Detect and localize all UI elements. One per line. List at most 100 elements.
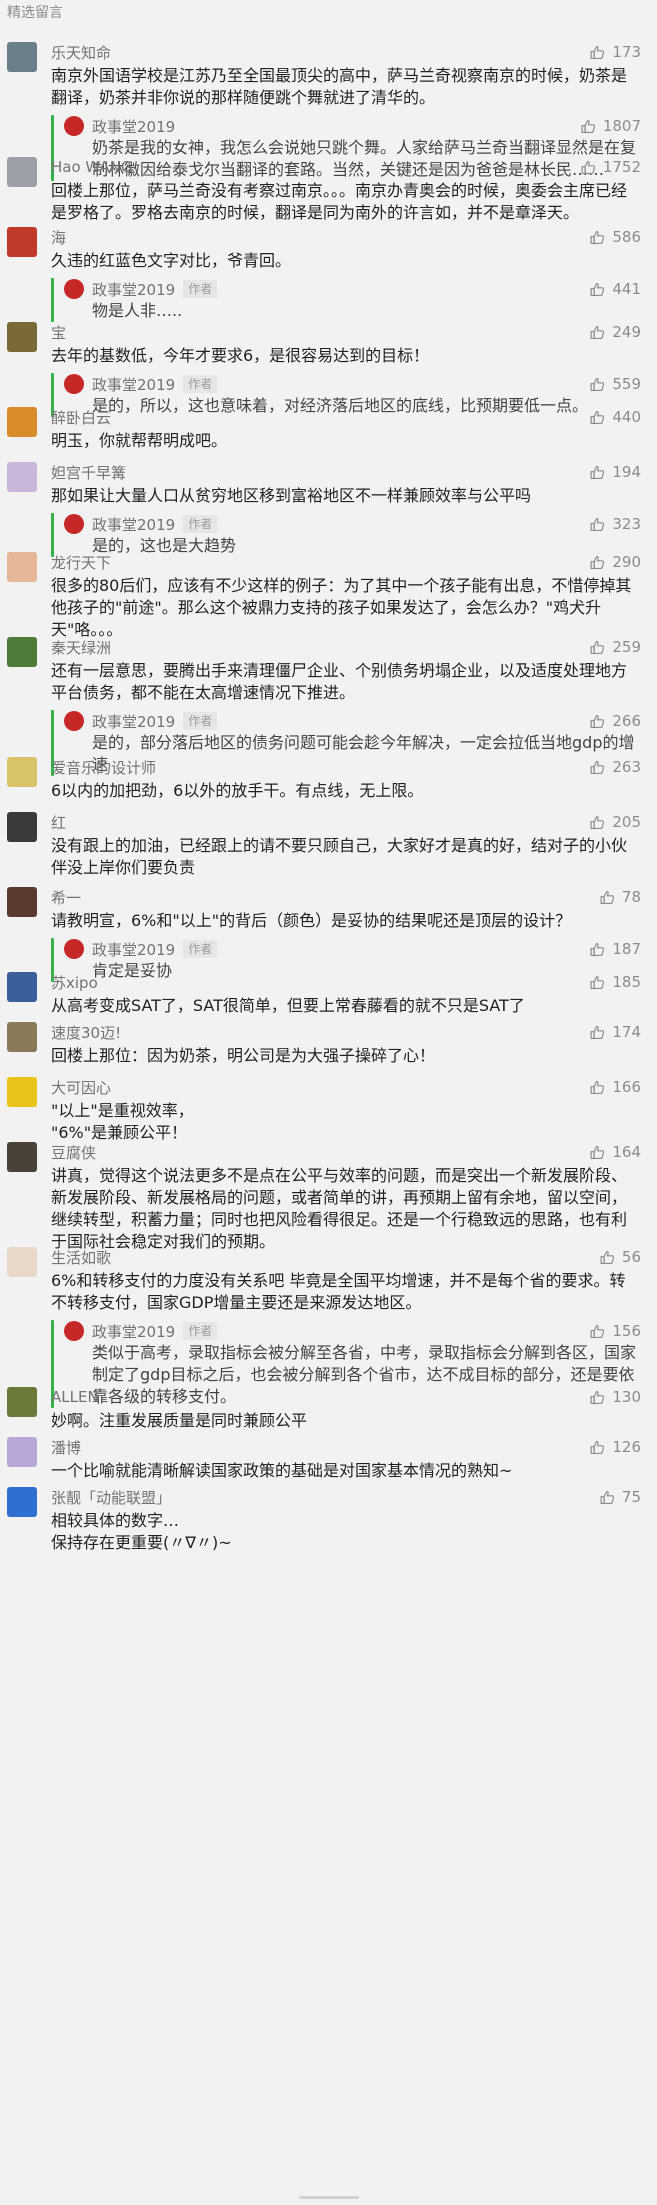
commenter-nickname[interactable]: 张靓「动能联盟」 bbox=[51, 1487, 171, 1508]
thumbs-up-icon[interactable] bbox=[589, 376, 606, 393]
reply-author-name[interactable]: 政事堂2019 bbox=[92, 514, 175, 535]
author-avatar[interactable] bbox=[64, 374, 84, 394]
thumbs-up-icon[interactable] bbox=[589, 1144, 606, 1161]
reply-like-button[interactable]: 323 bbox=[589, 515, 641, 533]
like-button[interactable]: 194 bbox=[589, 463, 641, 481]
reply-author-name[interactable]: 政事堂2019 bbox=[92, 116, 175, 137]
thumbs-up-icon[interactable] bbox=[589, 1024, 606, 1041]
like-button[interactable]: 259 bbox=[589, 638, 641, 656]
reply-author-name[interactable]: 政事堂2019 bbox=[92, 1321, 175, 1342]
avatar[interactable] bbox=[7, 42, 37, 72]
avatar[interactable] bbox=[7, 887, 37, 917]
reply-author-name[interactable]: 政事堂2019 bbox=[92, 711, 175, 732]
commenter-nickname[interactable]: 醉卧白云 bbox=[51, 407, 111, 428]
thumbs-up-icon[interactable] bbox=[589, 229, 606, 246]
commenter-nickname[interactable]: 秦天绿洲 bbox=[51, 637, 111, 658]
thumbs-up-icon[interactable] bbox=[589, 974, 606, 991]
thumbs-up-icon[interactable] bbox=[589, 1389, 606, 1406]
avatar[interactable] bbox=[7, 1142, 37, 1172]
avatar[interactable] bbox=[7, 322, 37, 352]
reply-like-button[interactable]: 187 bbox=[589, 940, 641, 958]
author-avatar[interactable] bbox=[64, 711, 84, 731]
reply-like-button[interactable]: 266 bbox=[589, 712, 641, 730]
like-button[interactable]: 586 bbox=[589, 228, 641, 246]
thumbs-up-icon[interactable] bbox=[589, 554, 606, 571]
thumbs-up-icon[interactable] bbox=[599, 1489, 616, 1506]
commenter-nickname[interactable]: 生活如歌 bbox=[51, 1247, 111, 1268]
thumbs-up-icon[interactable] bbox=[589, 1323, 606, 1340]
like-button[interactable]: 205 bbox=[589, 813, 641, 831]
avatar[interactable] bbox=[7, 637, 37, 667]
commenter-nickname[interactable]: 爱音乐的设计师 bbox=[51, 757, 156, 778]
like-button[interactable]: 249 bbox=[589, 323, 641, 341]
commenter-nickname[interactable]: 大可因心 bbox=[51, 1077, 111, 1098]
thumbs-up-icon[interactable] bbox=[599, 1249, 616, 1266]
commenter-nickname[interactable]: 妲宫千早篝 bbox=[51, 462, 126, 483]
commenter-nickname[interactable]: 速度30迈! bbox=[51, 1022, 121, 1043]
thumbs-up-icon[interactable] bbox=[589, 324, 606, 341]
like-button[interactable]: 173 bbox=[589, 43, 641, 61]
commenter-nickname[interactable]: 苏xipo bbox=[51, 972, 98, 993]
avatar[interactable] bbox=[7, 1437, 37, 1467]
commenter-nickname[interactable]: 龙行天下 bbox=[51, 552, 111, 573]
avatar[interactable] bbox=[7, 812, 37, 842]
author-avatar[interactable] bbox=[64, 1321, 84, 1341]
thumbs-up-icon[interactable] bbox=[589, 1079, 606, 1096]
thumbs-up-icon[interactable] bbox=[589, 281, 606, 298]
commenter-nickname[interactable]: ALLEN bbox=[51, 1388, 99, 1406]
like-button[interactable]: 164 bbox=[589, 1143, 641, 1161]
thumbs-up-icon[interactable] bbox=[589, 44, 606, 61]
commenter-nickname[interactable]: 潘博 bbox=[51, 1437, 81, 1458]
like-button[interactable]: 75 bbox=[599, 1488, 641, 1506]
like-button[interactable]: 166 bbox=[589, 1078, 641, 1096]
commenter-nickname[interactable]: 红 bbox=[51, 812, 66, 833]
thumbs-up-icon[interactable] bbox=[599, 889, 616, 906]
avatar[interactable] bbox=[7, 1022, 37, 1052]
author-avatar[interactable] bbox=[64, 514, 84, 534]
like-button[interactable]: 126 bbox=[589, 1438, 641, 1456]
reply-author-name[interactable]: 政事堂2019 bbox=[92, 279, 175, 300]
thumbs-up-icon[interactable] bbox=[589, 759, 606, 776]
reply-like-button[interactable]: 1807 bbox=[580, 117, 641, 135]
avatar[interactable] bbox=[7, 407, 37, 437]
thumbs-up-icon[interactable] bbox=[589, 814, 606, 831]
thumbs-up-icon[interactable] bbox=[589, 1439, 606, 1456]
reply-author-name[interactable]: 政事堂2019 bbox=[92, 939, 175, 960]
like-button[interactable]: 130 bbox=[589, 1388, 641, 1406]
commenter-nickname[interactable]: 海 bbox=[51, 227, 66, 248]
like-button[interactable]: 56 bbox=[599, 1248, 641, 1266]
avatar[interactable] bbox=[7, 157, 37, 187]
thumbs-up-icon[interactable] bbox=[589, 941, 606, 958]
author-avatar[interactable] bbox=[64, 116, 84, 136]
like-button[interactable]: 78 bbox=[599, 888, 641, 906]
commenter-nickname[interactable]: 宝 bbox=[51, 322, 66, 343]
commenter-nickname[interactable]: Hao WANG bbox=[51, 158, 133, 176]
reply-author-name[interactable]: 政事堂2019 bbox=[92, 374, 175, 395]
avatar[interactable] bbox=[7, 1487, 37, 1517]
commenter-nickname[interactable]: 希一 bbox=[51, 887, 81, 908]
like-button[interactable]: 185 bbox=[589, 973, 641, 991]
commenter-nickname[interactable]: 豆腐侠 bbox=[51, 1142, 96, 1163]
avatar[interactable] bbox=[7, 227, 37, 257]
avatar[interactable] bbox=[7, 1077, 37, 1107]
like-button[interactable]: 174 bbox=[589, 1023, 641, 1041]
like-button[interactable]: 263 bbox=[589, 758, 641, 776]
reply-like-button[interactable]: 559 bbox=[589, 375, 641, 393]
like-button[interactable]: 290 bbox=[589, 553, 641, 571]
thumbs-up-icon[interactable] bbox=[580, 118, 597, 135]
author-avatar[interactable] bbox=[64, 939, 84, 959]
avatar[interactable] bbox=[7, 757, 37, 787]
avatar[interactable] bbox=[7, 462, 37, 492]
avatar[interactable] bbox=[7, 552, 37, 582]
thumbs-up-icon[interactable] bbox=[589, 516, 606, 533]
avatar[interactable] bbox=[7, 1387, 37, 1417]
avatar[interactable] bbox=[7, 1247, 37, 1277]
thumbs-up-icon[interactable] bbox=[580, 159, 597, 176]
like-button[interactable]: 1752 bbox=[580, 158, 641, 176]
commenter-nickname[interactable]: 乐天知命 bbox=[51, 42, 111, 63]
avatar[interactable] bbox=[7, 972, 37, 1002]
thumbs-up-icon[interactable] bbox=[589, 639, 606, 656]
thumbs-up-icon[interactable] bbox=[589, 409, 606, 426]
like-button[interactable]: 440 bbox=[589, 408, 641, 426]
author-avatar[interactable] bbox=[64, 279, 84, 299]
